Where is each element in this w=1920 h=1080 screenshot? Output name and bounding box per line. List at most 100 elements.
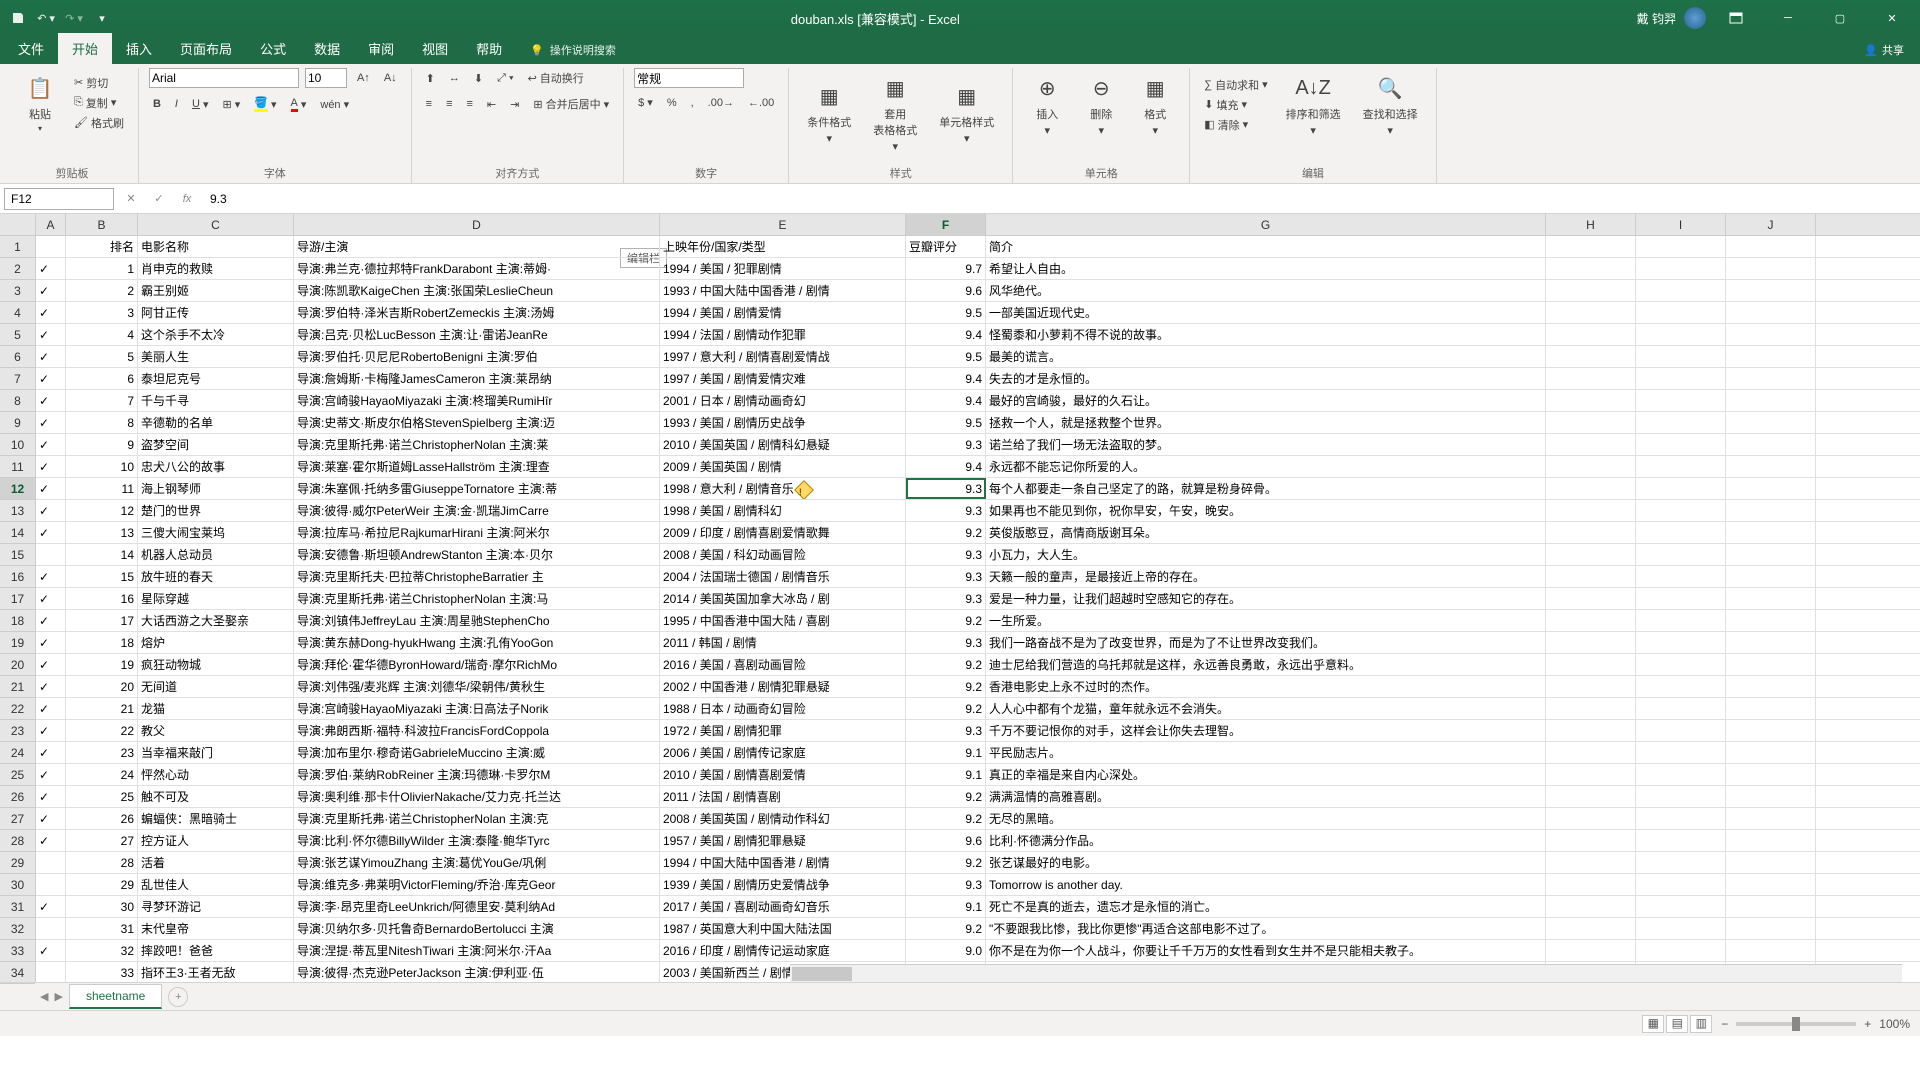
cell[interactable]: 1988 / 日本 / 动画奇幻冒险 bbox=[660, 698, 906, 719]
row-header[interactable]: 29 bbox=[0, 852, 35, 874]
row-header[interactable]: 19 bbox=[0, 632, 35, 654]
cell[interactable] bbox=[1636, 566, 1726, 587]
tab-review[interactable]: 审阅 bbox=[354, 33, 408, 64]
cell[interactable]: 4 bbox=[66, 324, 138, 345]
cell[interactable] bbox=[1636, 632, 1726, 653]
cell[interactable] bbox=[1726, 940, 1816, 961]
cell[interactable]: 7 bbox=[66, 390, 138, 411]
row-header[interactable]: 25 bbox=[0, 764, 35, 786]
row-header[interactable]: 4 bbox=[0, 302, 35, 324]
tab-data[interactable]: 数据 bbox=[300, 33, 354, 64]
format-table-button[interactable]: ▦套用 表格格式▾ bbox=[865, 68, 925, 157]
cell[interactable]: 导演:罗伯·莱纳RobReiner 主演:玛德琳·卡罗尔M bbox=[294, 764, 660, 785]
cell[interactable] bbox=[1726, 280, 1816, 301]
row-header[interactable]: 26 bbox=[0, 786, 35, 808]
underline-button[interactable]: U ▾ bbox=[188, 96, 212, 113]
cell[interactable]: Tomorrow is another day. bbox=[986, 874, 1546, 895]
cell[interactable]: 2016 / 印度 / 剧情传记运动家庭 bbox=[660, 940, 906, 961]
cell[interactable]: 9.5 bbox=[906, 302, 986, 323]
grid[interactable]: 排名电影名称导游/主演上映年份/国家/类型豆瓣评分简介✓1肖申克的救赎导演:弗兰… bbox=[36, 236, 1920, 982]
cell[interactable]: 8 bbox=[66, 412, 138, 433]
font-color-button[interactable]: A ▾ bbox=[287, 95, 311, 114]
row-header[interactable]: 13 bbox=[0, 500, 35, 522]
cell[interactable]: 导演:涅提·蒂瓦里NiteshTiwari 主演:阿米尔·汗Aa bbox=[294, 940, 660, 961]
cell[interactable] bbox=[1726, 522, 1816, 543]
cell[interactable] bbox=[1546, 324, 1636, 345]
row-header[interactable]: 7 bbox=[0, 368, 35, 390]
tab-formulas[interactable]: 公式 bbox=[246, 33, 300, 64]
font-name-combo[interactable] bbox=[149, 68, 299, 88]
cancel-icon[interactable]: ✕ bbox=[120, 192, 142, 205]
cell[interactable]: 13 bbox=[66, 522, 138, 543]
cell[interactable]: ✓ bbox=[36, 610, 66, 631]
cell[interactable]: 阿甘正传 bbox=[138, 302, 294, 323]
cell[interactable]: 导演:朱塞佩·托纳多雷GiuseppeTornatore 主演:蒂 bbox=[294, 478, 660, 499]
cell[interactable] bbox=[1636, 786, 1726, 807]
cell[interactable]: 小瓦力，大人生。 bbox=[986, 544, 1546, 565]
ribbon-options-icon[interactable] bbox=[1714, 2, 1758, 34]
cell[interactable]: 导演:史蒂文·斯皮尔伯格StevenSpielberg 主演:迈 bbox=[294, 412, 660, 433]
cell[interactable]: 10 bbox=[66, 456, 138, 477]
cell[interactable]: 上映年份/国家/类型 bbox=[660, 236, 906, 257]
formula-bar[interactable]: 9.3 bbox=[204, 189, 1916, 209]
cell[interactable] bbox=[1726, 896, 1816, 917]
row-header[interactable]: 33 bbox=[0, 940, 35, 962]
cell[interactable]: 9.4 bbox=[906, 390, 986, 411]
indent-decrease-icon[interactable]: ⇤ bbox=[483, 96, 500, 113]
cell[interactable]: 2008 / 美国 / 科幻动画冒险 bbox=[660, 544, 906, 565]
cell[interactable]: 排名 bbox=[66, 236, 138, 257]
cell[interactable] bbox=[1726, 434, 1816, 455]
cell[interactable] bbox=[1546, 236, 1636, 257]
cell[interactable] bbox=[1546, 390, 1636, 411]
cell[interactable]: 导演:弗朗西斯·福特·科波拉FrancisFordCoppola bbox=[294, 720, 660, 741]
cell[interactable] bbox=[1636, 478, 1726, 499]
cell[interactable]: 导演:弗兰克·德拉邦特FrankDarabont 主演:蒂姆· bbox=[294, 258, 660, 279]
cell[interactable] bbox=[1636, 434, 1726, 455]
cell[interactable]: ✓ bbox=[36, 808, 66, 829]
cell[interactable]: 导演:刘伟强/麦兆辉 主演:刘德华/梁朝伟/黄秋生 bbox=[294, 676, 660, 697]
cell[interactable] bbox=[1636, 764, 1726, 785]
cell[interactable] bbox=[1726, 698, 1816, 719]
cell[interactable]: 触不可及 bbox=[138, 786, 294, 807]
cell[interactable]: 28 bbox=[66, 852, 138, 873]
cell[interactable] bbox=[1726, 544, 1816, 565]
cell[interactable] bbox=[1636, 280, 1726, 301]
cell[interactable]: 9.7 bbox=[906, 258, 986, 279]
cell[interactable]: 1972 / 美国 / 剧情犯罪 bbox=[660, 720, 906, 741]
cell[interactable]: 美丽人生 bbox=[138, 346, 294, 367]
cell[interactable]: 30 bbox=[66, 896, 138, 917]
cell[interactable]: 1998 / 美国 / 剧情科幻 bbox=[660, 500, 906, 521]
cell[interactable]: ✓ bbox=[36, 632, 66, 653]
cell[interactable]: 诺兰给了我们一场无法盗取的梦。 bbox=[986, 434, 1546, 455]
select-all-corner[interactable] bbox=[0, 214, 36, 236]
cell[interactable]: 2016 / 美国 / 喜剧动画冒险 bbox=[660, 654, 906, 675]
cell[interactable]: 香港电影史上永不过时的杰作。 bbox=[986, 676, 1546, 697]
cell[interactable]: 永远都不能忘记你所爱的人。 bbox=[986, 456, 1546, 477]
cell[interactable]: 2010 / 美国 / 剧情喜剧爱情 bbox=[660, 764, 906, 785]
cell[interactable]: 迪士尼给我们营造的乌托邦就是这样，永远善良勇敢，永远出乎意料。 bbox=[986, 654, 1546, 675]
tab-insert[interactable]: 插入 bbox=[112, 33, 166, 64]
cell[interactable] bbox=[1546, 346, 1636, 367]
cell[interactable]: 18 bbox=[66, 632, 138, 653]
cell[interactable]: 当幸福来敲门 bbox=[138, 742, 294, 763]
cell[interactable]: 辛德勒的名单 bbox=[138, 412, 294, 433]
cell[interactable] bbox=[1636, 852, 1726, 873]
row-header[interactable]: 32 bbox=[0, 918, 35, 940]
cell[interactable] bbox=[1636, 940, 1726, 961]
insert-cells-button[interactable]: ⊕插入▾ bbox=[1023, 68, 1071, 141]
sheet-tab[interactable]: sheetname bbox=[69, 984, 162, 1009]
cell[interactable]: 19 bbox=[66, 654, 138, 675]
row-header[interactable]: 28 bbox=[0, 830, 35, 852]
cell[interactable] bbox=[1636, 368, 1726, 389]
cell[interactable] bbox=[1546, 302, 1636, 323]
cell[interactable]: 9.2 bbox=[906, 852, 986, 873]
cell[interactable]: 29 bbox=[66, 874, 138, 895]
enter-icon[interactable]: ✓ bbox=[148, 192, 170, 205]
cell[interactable]: 活着 bbox=[138, 852, 294, 873]
cell[interactable] bbox=[1546, 258, 1636, 279]
cell[interactable] bbox=[1636, 918, 1726, 939]
row-headers[interactable]: 1234567891011121314151617181920212223242… bbox=[0, 236, 36, 982]
cell[interactable]: ✓ bbox=[36, 588, 66, 609]
fx-icon[interactable]: fx bbox=[176, 193, 198, 205]
cell[interactable]: 1994 / 法国 / 剧情动作犯罪 bbox=[660, 324, 906, 345]
